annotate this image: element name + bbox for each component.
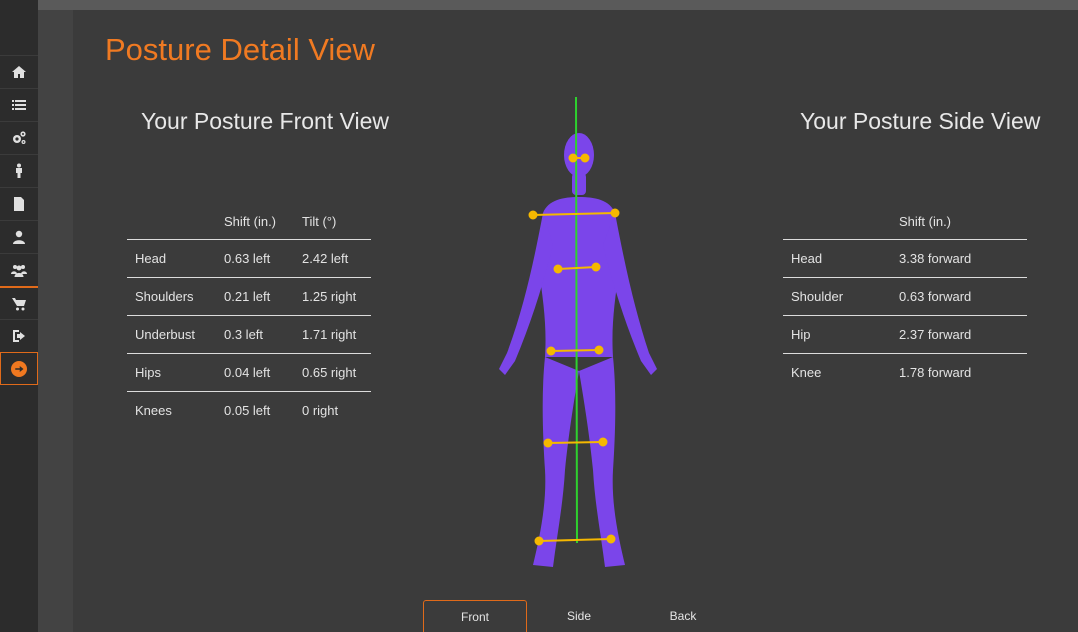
tilt-value: 0 right [302, 403, 339, 418]
user-icon [13, 230, 25, 244]
posture-body-model [499, 96, 657, 567]
shift-value: 1.78 forward [899, 365, 972, 380]
shift-value: 0.63 left [223, 239, 301, 278]
table-row: Hips 0.04 left 0.65 right [127, 353, 371, 392]
row-label: Shoulder [783, 277, 898, 316]
table-row: Head 3.38 forward [783, 239, 1027, 278]
nav-sign-out[interactable] [0, 319, 38, 352]
row-label: Underbust [127, 315, 223, 354]
column-header-tilt: Tilt (°) [301, 203, 371, 240]
tab-side[interactable]: Side [527, 600, 631, 632]
table-header-row: Shift (in.) [783, 203, 1027, 240]
nav-clients[interactable] [0, 253, 38, 286]
cart-icon [12, 297, 26, 310]
arrow-right-circle-icon [11, 360, 27, 377]
column-header-shift: Shift (in.) [898, 203, 1027, 240]
nav-profile[interactable] [0, 220, 38, 253]
home-icon [12, 66, 26, 78]
table-header-row: Shift (in.) Tilt (°) [127, 203, 371, 240]
main-content: Posture Detail View Your Posture Front V… [73, 10, 1078, 632]
top-bar [0, 0, 1078, 10]
sidebar-strip [38, 10, 73, 632]
tilt-value: 1.71 right [301, 315, 371, 354]
row-label: Knees [135, 403, 172, 418]
table-row: Underbust 0.3 left 1.71 right [127, 315, 371, 354]
shift-value: 0.05 left [224, 403, 271, 418]
shift-value: 0.04 left [223, 353, 301, 392]
column-header-shift: Shift (in.) [223, 203, 301, 240]
nav-home[interactable] [0, 55, 38, 88]
tab-back[interactable]: Back [631, 600, 735, 632]
nav-shop[interactable] [0, 286, 38, 319]
front-view-title: Your Posture Front View [141, 108, 390, 134]
tab-front[interactable]: Front [423, 600, 527, 632]
shift-value: 0.21 left [223, 277, 301, 316]
document-icon [14, 197, 24, 211]
users-icon [11, 265, 27, 277]
row-label: Head [783, 239, 898, 278]
column-header [127, 203, 223, 240]
shift-value: 0.3 left [223, 315, 301, 354]
list-icon [12, 100, 26, 110]
gears-icon [13, 131, 26, 144]
table-row: Shoulder 0.63 forward [783, 277, 1027, 316]
nav-next[interactable] [0, 352, 38, 385]
tilt-value: 2.42 left [301, 239, 371, 278]
page-title: Posture Detail View [105, 32, 375, 67]
shift-value: 2.37 forward [898, 315, 1027, 354]
table-row: Head 0.63 left 2.42 left [127, 239, 371, 278]
tilt-value: 1.25 right [301, 277, 371, 316]
sign-out-icon [13, 330, 25, 342]
side-view-table: Shift (in.) Head 3.38 forward Shoulder 0… [783, 203, 1027, 391]
row-label: Head [127, 239, 223, 278]
tilt-value: 0.65 right [301, 353, 371, 392]
table-row: Hip 2.37 forward [783, 315, 1027, 354]
row-label: Shoulders [127, 277, 223, 316]
nav-list[interactable] [0, 88, 38, 121]
nav-settings[interactable] [0, 121, 38, 154]
view-tabs: Front Side Back [423, 600, 735, 632]
person-icon [16, 163, 22, 178]
table-row: Knees 0.05 left 0 right [127, 392, 371, 430]
shift-value: 3.38 forward [898, 239, 1027, 278]
row-label: Hips [127, 353, 223, 392]
plumb-line [575, 96, 578, 544]
sidebar [0, 0, 38, 632]
row-label: Knee [791, 365, 822, 380]
nav-posture[interactable] [0, 154, 38, 187]
front-view-table: Shift (in.) Tilt (°) Head 0.63 left 2.42… [127, 203, 371, 429]
nav-reports[interactable] [0, 187, 38, 220]
row-label: Hip [783, 315, 898, 354]
shift-value: 0.63 forward [898, 277, 1027, 316]
table-row: Shoulders 0.21 left 1.25 right [127, 277, 371, 316]
column-header [783, 203, 898, 240]
table-row: Knee 1.78 forward [783, 354, 1027, 392]
side-view-title: Your Posture Side View [800, 108, 1041, 134]
